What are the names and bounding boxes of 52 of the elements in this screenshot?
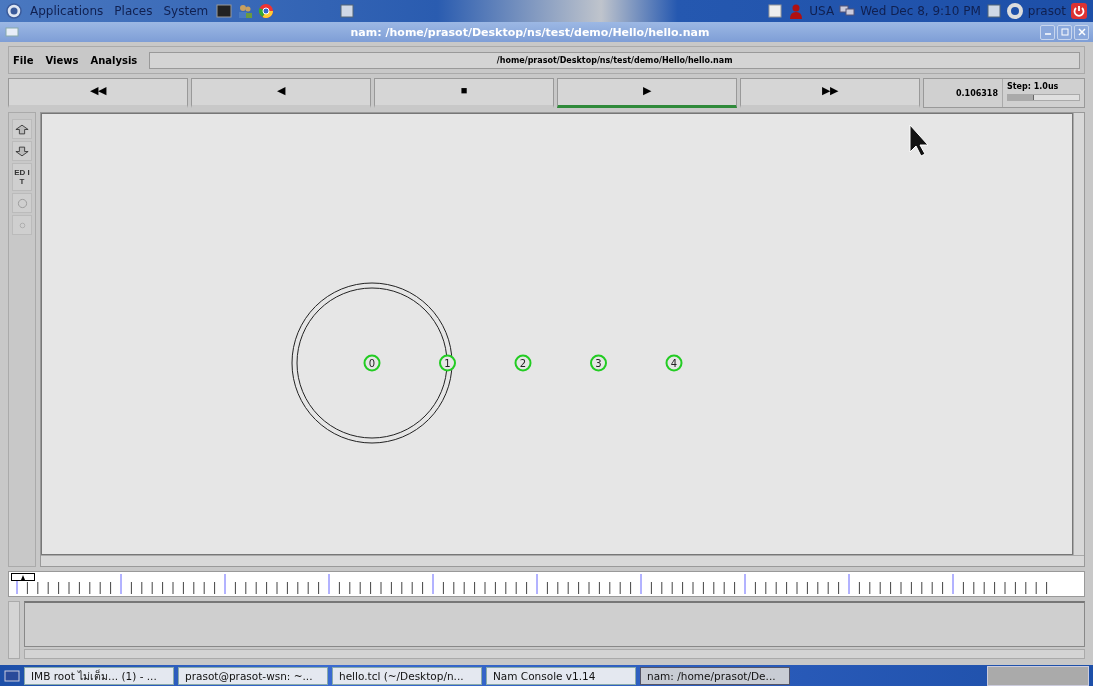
network-node[interactable]: 0	[363, 354, 381, 372]
timeline-ruler[interactable]	[8, 571, 1085, 597]
window-icon[interactable]	[985, 3, 1002, 19]
browser-icon[interactable]	[258, 3, 275, 19]
small-circle-icon	[18, 221, 26, 229]
playback-button[interactable]: ◀	[191, 78, 371, 108]
show-desktop-icon[interactable]	[4, 667, 20, 684]
network-node[interactable]: 1	[439, 354, 456, 372]
taskbar-item[interactable]: nam: /home/prasot/De...	[640, 666, 790, 685]
horizontal-scrollbar[interactable]	[41, 555, 1084, 566]
taskbar-item[interactable]: Nam Console v1.14	[486, 666, 636, 685]
network-icon[interactable]	[839, 3, 856, 19]
workspace-switcher[interactable]	[987, 665, 1089, 686]
menu-item[interactable]: File	[13, 54, 34, 66]
step-slider[interactable]	[1007, 94, 1080, 101]
arrow-down-icon	[15, 145, 29, 157]
playback-button[interactable]: ◀◀	[8, 78, 188, 108]
network-canvas[interactable]: 0 1 2 3 4	[41, 113, 1073, 555]
circle-icon	[16, 197, 28, 209]
taskbar-item[interactable]: prasot@prasot-wsn: ~...	[178, 666, 328, 685]
playback-button[interactable]: ▶▶	[740, 78, 920, 108]
arrow-up-icon	[15, 123, 29, 135]
window-title: nam: /home/prasot/Desktop/ns/test/demo/Hello/hello.nam	[349, 25, 711, 39]
zoom-out-button[interactable]	[12, 141, 32, 161]
edit-button[interactable]: ED IT	[12, 163, 32, 191]
time-readout: 0.106318	[924, 79, 1003, 107]
close-icon	[1076, 27, 1087, 37]
close-button[interactable]	[1074, 24, 1089, 40]
zoom-in-button[interactable]	[12, 119, 32, 139]
network-node[interactable]: 4	[665, 354, 683, 372]
vertical-scrollbar[interactable]	[1073, 113, 1084, 555]
file-path-field: /home/prasot/Desktop/ns/test/demo/Hello/hello.nam	[149, 51, 1080, 69]
lifebuoy-icon[interactable]	[1006, 3, 1023, 19]
time-marker-icon[interactable]	[11, 573, 35, 581]
mouse-pointer-icon	[909, 124, 929, 157]
step-label: Step: 1.0us	[1007, 82, 1060, 91]
menu-item[interactable]: Analysis	[90, 54, 138, 66]
window-icon[interactable]	[339, 3, 356, 19]
playback-button[interactable]: ▶	[557, 78, 737, 108]
dot-button[interactable]	[12, 215, 32, 235]
taskbar-item[interactable]: IMB root ไม่เต็ม... (1) - ...	[24, 666, 174, 685]
window-menu-icon[interactable]	[4, 24, 20, 40]
maximize-icon	[1059, 27, 1070, 37]
network-node[interactable]: 3	[590, 354, 607, 372]
horizontal-scrollbar[interactable]	[24, 649, 1085, 659]
taskbar-item[interactable]: hello.tcl (~/Desktop/n...	[332, 666, 482, 685]
playback-button[interactable]: ■	[374, 78, 554, 108]
menu-item[interactable]: Views	[45, 54, 79, 66]
network-node[interactable]: 2	[514, 354, 532, 372]
vertical-scrollbar[interactable]	[8, 601, 20, 659]
power-icon[interactable]	[1071, 3, 1087, 19]
terminal-icon[interactable]	[216, 3, 233, 19]
